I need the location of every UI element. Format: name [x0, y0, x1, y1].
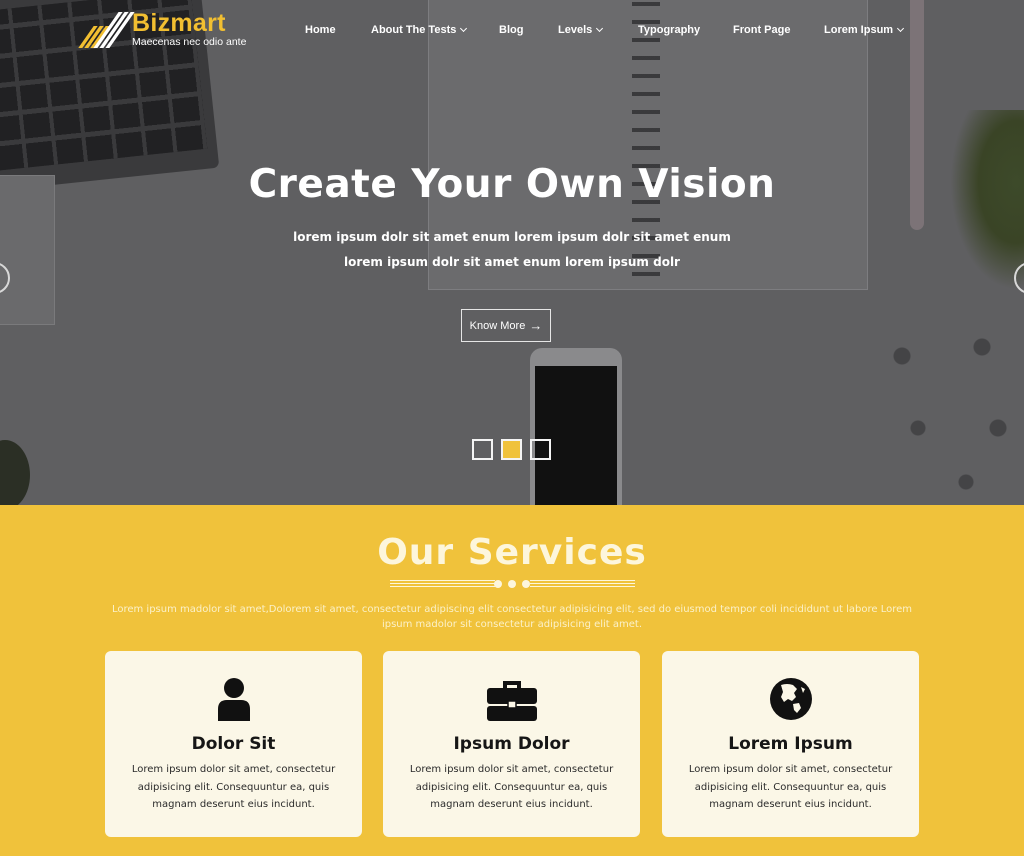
card-title: Lorem Ipsum — [728, 734, 853, 754]
hero-subtitle-line1: lorem ipsum dolr sit amet enum lorem ips… — [293, 230, 731, 244]
hero-title: Create Your Own Vision — [248, 162, 776, 207]
nav-item-home[interactable]: Home — [305, 24, 336, 36]
know-more-button[interactable]: Know More → — [461, 309, 551, 342]
nav-item-levels[interactable]: Levels — [558, 24, 604, 36]
services-description: Lorem ipsum madolor sit amet,Dolorem sit… — [111, 604, 913, 630]
card-title: Dolor Sit — [191, 734, 276, 754]
card-title: Ipsum Dolor — [453, 734, 570, 754]
arrow-right-icon: → — [529, 318, 543, 333]
slide-dot-3[interactable] — [530, 439, 551, 460]
card-text: Lorem ipsum dolor sit amet, consectetur … — [131, 764, 336, 810]
hero-slider: Bizmart Maecenas nec odio ante Home Abou… — [0, 0, 1024, 505]
background-paperclips — [870, 320, 1024, 500]
site-logo[interactable]: Bizmart Maecenas nec odio ante — [74, 10, 246, 48]
background-notebook-rings — [632, 0, 660, 290]
background-phone — [530, 348, 622, 505]
nav-item-front-page[interactable]: Front Page — [733, 24, 790, 36]
nav-item-about-the-tests[interactable]: About The Tests — [371, 24, 468, 36]
service-card: Ipsum Dolor Lorem ipsum dolor sit amet, … — [383, 651, 640, 837]
title-divider — [390, 578, 635, 590]
chevron-down-icon — [897, 24, 905, 33]
services-title: Our Services — [377, 532, 647, 573]
user-icon — [216, 677, 252, 726]
service-card: Lorem Ipsum Lorem ipsum dolor sit amet, … — [662, 651, 919, 837]
slider-pagination — [472, 439, 559, 460]
briefcase-icon — [486, 677, 538, 726]
slide-dot-1[interactable] — [472, 439, 493, 460]
slide-dot-2-active[interactable] — [501, 439, 522, 460]
nav-item-blog[interactable]: Blog — [499, 24, 523, 36]
chevron-down-icon — [596, 24, 604, 33]
hero-subtitle-line2: lorem ipsum dolr sit amet enum lorem ips… — [344, 255, 680, 269]
globe-icon — [769, 677, 813, 726]
logo-stripes-icon — [74, 10, 135, 48]
nav-item-typography[interactable]: Typography — [638, 24, 700, 36]
chevron-down-icon — [460, 24, 468, 33]
brand-name: Bizmart — [132, 9, 226, 37]
card-text: Lorem ipsum dolor sit amet, consectetur … — [409, 764, 614, 810]
brand-tagline: Maecenas nec odio ante — [132, 36, 247, 48]
card-text: Lorem ipsum dolor sit amet, consectetur … — [688, 764, 893, 810]
nav-item-lorem-ipsum[interactable]: Lorem Ipsum — [824, 24, 905, 36]
background-leaf — [0, 440, 30, 505]
service-card: Dolor Sit Lorem ipsum dolor sit amet, co… — [105, 651, 362, 837]
